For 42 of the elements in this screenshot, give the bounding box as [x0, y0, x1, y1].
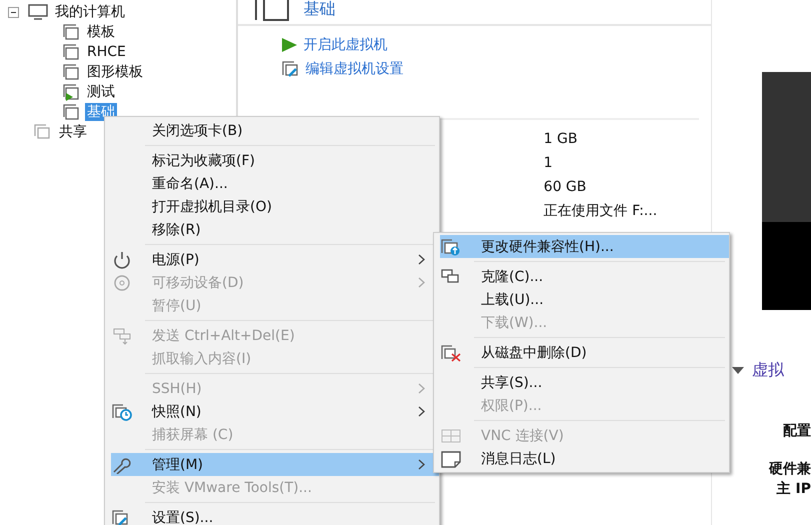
tree-item[interactable]: 图形模板	[85, 63, 145, 81]
chevron-icon	[418, 406, 425, 417]
upload-icon	[440, 238, 462, 256]
screen-icon	[440, 426, 462, 444]
action-link[interactable]: 开启此虚拟机	[304, 36, 388, 54]
device-value: 正在使用文件 F:...	[544, 202, 658, 220]
note-icon	[440, 450, 462, 468]
device-value: 1	[544, 154, 554, 172]
chevron-icon	[418, 459, 425, 470]
delete-icon	[440, 344, 462, 362]
action-link[interactable]: 编辑虚拟机设置	[306, 60, 404, 78]
chevron-icon	[418, 254, 425, 265]
menu-item[interactable]: 标记为收藏项(F)	[105, 142, 439, 172]
tree-item[interactable]: 模板	[85, 23, 117, 41]
menu-item[interactable]: 重命名(A)...	[105, 172, 439, 195]
vm-icon	[254, 0, 290, 22]
device-value: 1 GB	[544, 130, 578, 148]
clock-icon	[111, 402, 133, 420]
detail-label: 主 IP	[776, 480, 811, 499]
power-icon	[111, 250, 133, 268]
collapse-triangle-icon[interactable]	[732, 366, 744, 374]
tree-item[interactable]: 测试	[85, 83, 117, 101]
tree-item[interactable]: 我的计算机	[53, 3, 127, 21]
computer-icon	[28, 4, 48, 20]
menu-item[interactable]: 设置(S)...	[105, 499, 439, 525]
tree-item[interactable]: RHCE	[85, 44, 128, 60]
chevron-icon	[418, 383, 425, 394]
collapse-icon[interactable]	[8, 6, 19, 18]
network-icon	[111, 326, 133, 344]
vm-title: 基础	[304, 0, 336, 18]
settings-icon	[280, 60, 300, 78]
section-heading: 虚拟	[752, 360, 784, 381]
shared-vm-icon	[32, 123, 52, 141]
detail-label: 硬件兼	[769, 460, 811, 479]
menu-item[interactable]: 关闭选项卡(B)	[105, 119, 439, 142]
tree-item[interactable]: 共享	[57, 123, 89, 141]
device-value: 60 GB	[544, 178, 588, 196]
play-icon	[280, 37, 298, 53]
chevron-icon	[418, 277, 425, 288]
wrench-icon	[111, 456, 133, 474]
menu-item[interactable]: 打开虚拟机目录(O)	[105, 195, 439, 218]
detail-label: 配置	[783, 422, 811, 441]
